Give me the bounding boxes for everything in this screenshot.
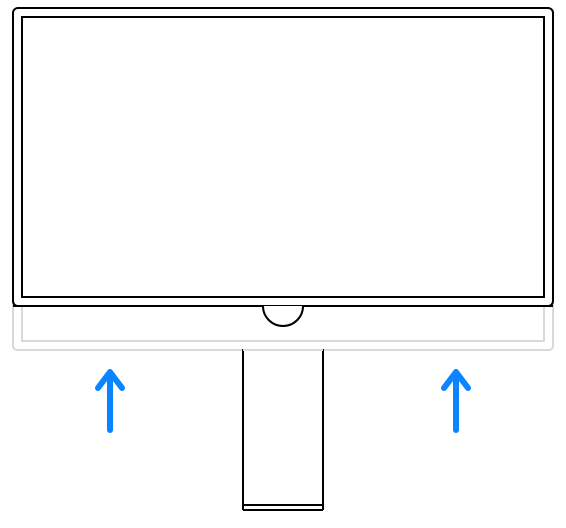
stand-outline	[243, 350, 323, 510]
raise-arrow-right	[444, 372, 468, 430]
stand-notch	[263, 306, 303, 326]
diagram-svg	[0, 0, 566, 528]
display-adjustment-diagram: Raise display upward	[0, 0, 566, 528]
raise-arrow-left	[98, 372, 122, 430]
